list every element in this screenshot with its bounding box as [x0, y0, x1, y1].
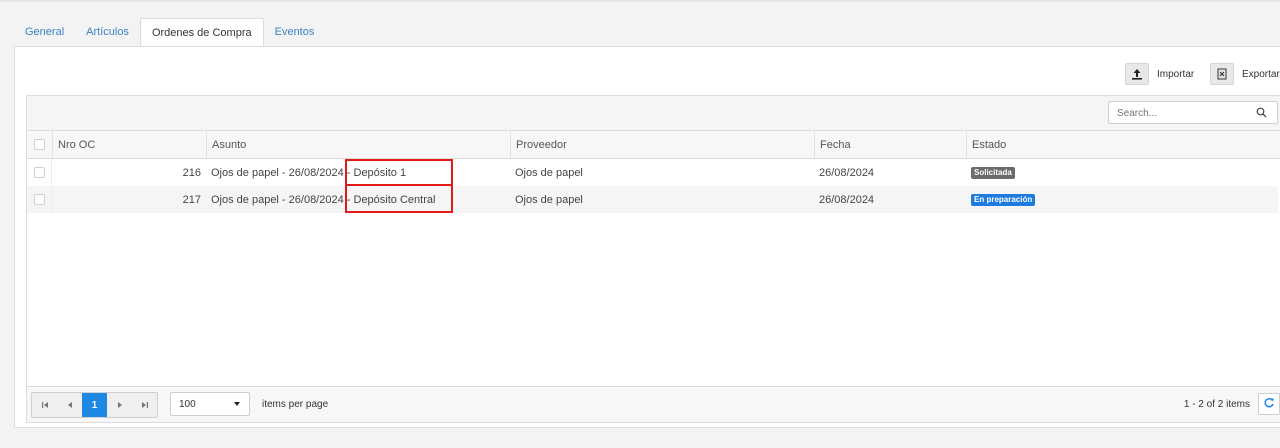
caret-down-icon: [233, 399, 241, 410]
search-box[interactable]: [1108, 101, 1278, 124]
last-page-icon[interactable]: [132, 393, 157, 417]
col-header-estado[interactable]: Estado: [966, 131, 1278, 158]
tab-articulos[interactable]: Artículos: [75, 18, 140, 46]
cell-estado: Solicitada: [966, 159, 1278, 186]
asunto-deposito: Depósito Central: [353, 193, 436, 206]
first-page-icon[interactable]: [32, 393, 57, 417]
select-all-cell: [27, 131, 52, 158]
grid-toolbar: [27, 96, 1280, 131]
cell-nro-oc: 217: [182, 193, 201, 206]
search-icon[interactable]: [1256, 107, 1267, 121]
cell-asunto: Ojos de papel - 26/08/2024 - Depósito 1: [206, 159, 510, 186]
page-size-select[interactable]: 100: [170, 392, 250, 416]
refresh-icon: [1263, 397, 1275, 412]
cell-fecha: 26/08/2024: [819, 166, 875, 179]
tab-general[interactable]: General: [14, 18, 75, 46]
cell-proveedor: Ojos de papel: [515, 166, 583, 179]
row-select-cell: [27, 186, 52, 213]
pager-info: 1 - 2 of 2 items: [1183, 399, 1250, 410]
tab-panel: Importar Exportar Nro OC Asunto Proveedo…: [14, 46, 1280, 428]
col-header-nro-oc[interactable]: Nro OC: [52, 131, 206, 158]
select-all-checkbox[interactable]: [34, 139, 45, 150]
cell-fecha: 26/08/2024: [819, 193, 875, 206]
next-page-icon[interactable]: [107, 393, 132, 417]
status-badge: En preparación: [971, 193, 1036, 206]
tab-ordenes-de-compra[interactable]: Ordenes de Compra: [139, 18, 264, 48]
page-number-current[interactable]: 1: [82, 393, 107, 417]
asunto-deposito: Depósito 1: [353, 166, 407, 179]
prev-page-icon[interactable]: [57, 393, 82, 417]
grid-pager: 1 100 items per page 1 - 2 of 2 items: [27, 386, 1280, 422]
pager-buttons: 1: [31, 392, 158, 418]
row-checkbox[interactable]: [33, 167, 45, 178]
export-label: Exportar: [1242, 68, 1280, 80]
col-header-proveedor[interactable]: Proveedor: [510, 131, 814, 158]
cell-nro-oc: 216: [182, 166, 201, 179]
cell-estado: En preparación: [966, 186, 1278, 213]
import-button[interactable]: Importar: [1125, 63, 1194, 85]
col-header-asunto[interactable]: Asunto: [206, 131, 510, 158]
top-divider: [0, 0, 1280, 2]
row-checkbox[interactable]: [33, 194, 45, 205]
cell-asunto: Ojos de papel - 26/08/2024 - Depósito Ce…: [206, 186, 510, 213]
items-per-page-label: items per page: [262, 399, 329, 410]
col-header-fecha[interactable]: Fecha: [814, 131, 966, 158]
tab-eventos[interactable]: Eventos: [264, 18, 326, 46]
asunto-text: Ojos de papel - 26/08/2024 -: [211, 166, 351, 179]
asunto-text: Ojos de papel - 26/08/2024 -: [211, 193, 351, 206]
excel-file-icon: [1210, 63, 1234, 85]
row-select-cell: [27, 159, 52, 186]
orders-grid: Nro OC Asunto Proveedor Fecha Estado 216…: [26, 95, 1280, 423]
tab-bar: General Artículos Ordenes de Compra Even…: [14, 18, 326, 48]
page-size-value: 100: [179, 398, 196, 410]
refresh-button[interactable]: [1258, 393, 1280, 415]
cell-proveedor: Ojos de papel: [515, 193, 583, 206]
export-button[interactable]: Exportar: [1210, 63, 1280, 85]
status-badge: Solicitada: [971, 166, 1015, 179]
import-label: Importar: [1157, 68, 1195, 80]
table-row[interactable]: 217 Ojos de papel - 26/08/2024 - Depósit…: [27, 186, 1280, 213]
upload-icon: [1125, 63, 1149, 85]
grid-header: Nro OC Asunto Proveedor Fecha Estado: [27, 131, 1280, 159]
search-input[interactable]: [1117, 106, 1237, 120]
table-row[interactable]: 216 Ojos de papel - 26/08/2024 - Depósit…: [27, 159, 1280, 186]
